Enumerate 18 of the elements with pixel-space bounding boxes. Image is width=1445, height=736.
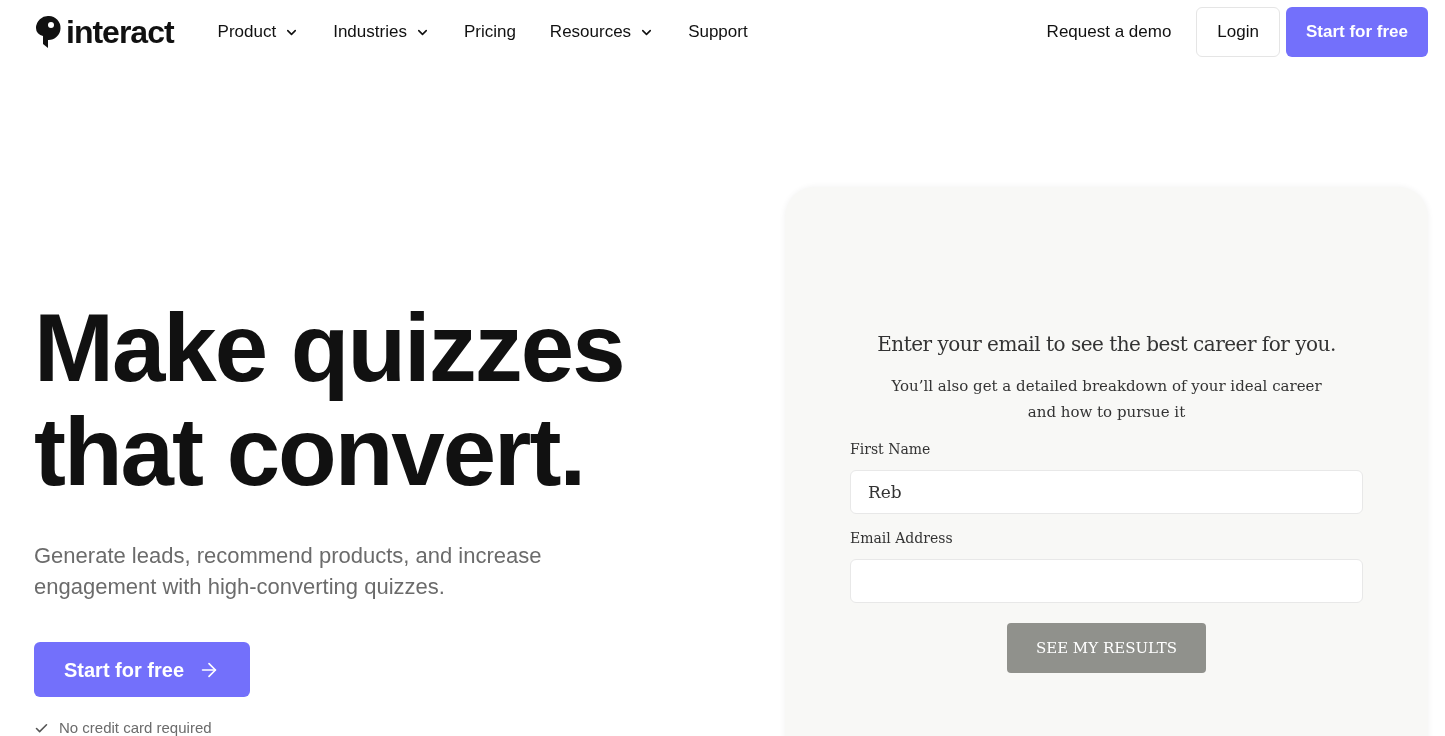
start-free-button[interactable]: Start for free	[34, 642, 251, 697]
start-free-button[interactable]: Start for free	[1285, 7, 1428, 57]
quiz-title: Enter your email to see the best career for you.	[876, 331, 1337, 358]
field-label: First Name	[850, 440, 932, 459]
quiz-subtitle: You’ll also get a detailed breakdown of your ideal career and how to pursue it	[890, 376, 1323, 423]
nav-link[interactable]: Support	[688, 19, 748, 45]
request-demo-link[interactable]: Request a demo	[1046, 19, 1172, 45]
no-credit-card-note: No credit card required	[59, 718, 212, 736]
field-label: Email Address	[850, 529, 954, 548]
nav-link[interactable]: Product	[217, 19, 300, 45]
logo-text: interact	[66, 16, 174, 48]
hero-subtitle: Generate leads, recommend products, and increase engagement with high-converting quizzes.	[34, 542, 543, 601]
nav-link[interactable]: Industries	[333, 19, 430, 45]
input-field[interactable]: Reb	[850, 470, 1363, 514]
login-button[interactable]: Login	[1196, 7, 1280, 57]
nav-link[interactable]: Pricing	[463, 19, 516, 45]
nav-link[interactable]: Resources	[549, 19, 655, 45]
hero-headline: Make quizzes that convert.	[34, 296, 625, 504]
